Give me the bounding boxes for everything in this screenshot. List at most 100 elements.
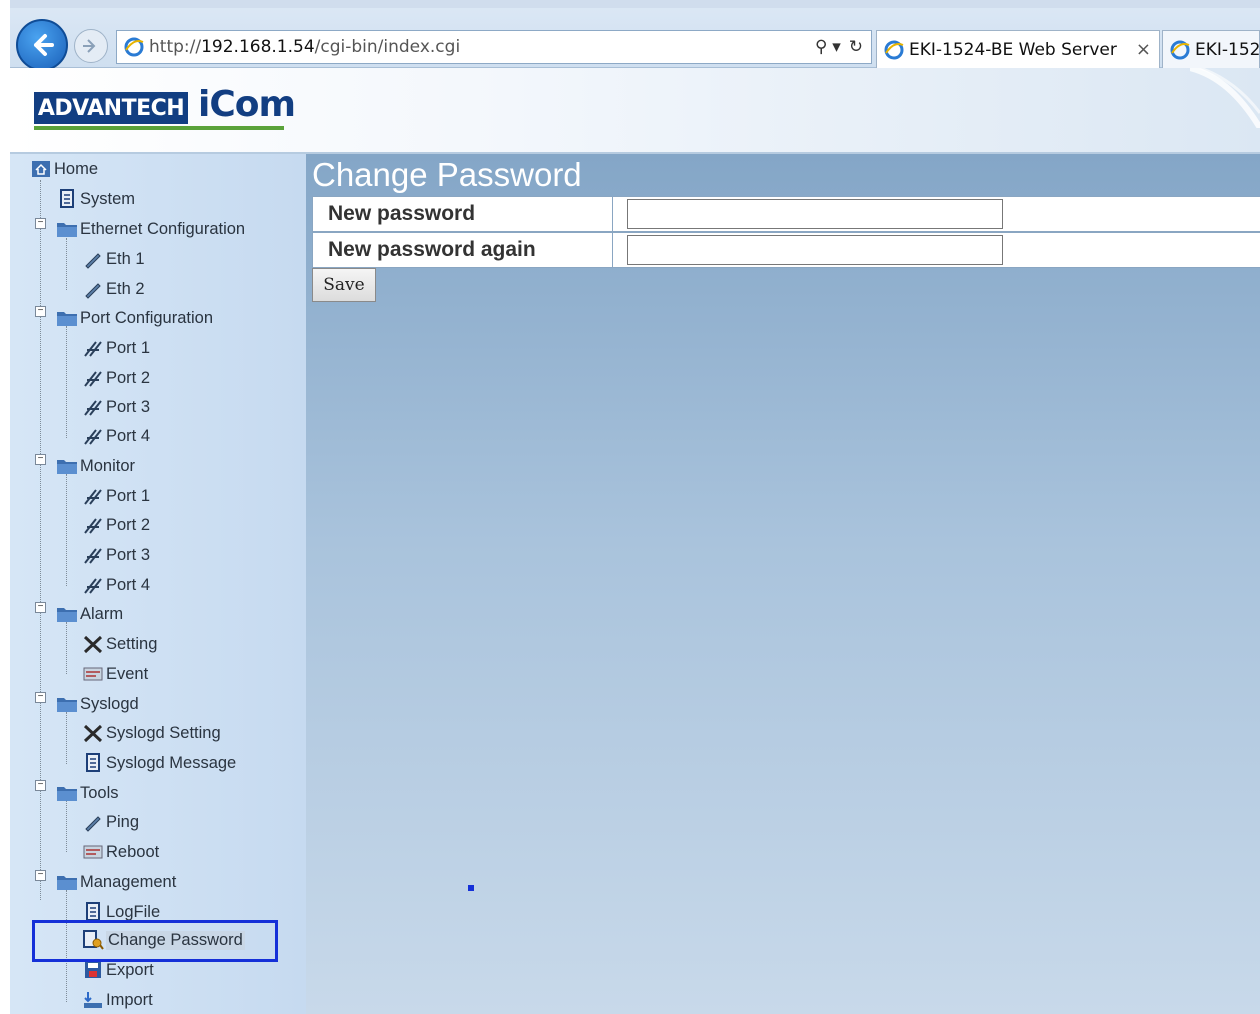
sidebar-item-port-4[interactable]: Port 4 [82, 423, 150, 449]
sidebar-item-label: LogFile [106, 902, 161, 921]
sidebar-item-monitor-port-2[interactable]: Port 2 [82, 512, 150, 538]
cursor-marker [468, 885, 474, 891]
sidebar-item-ping[interactable]: Ping [82, 809, 139, 835]
address-tools: ⚲ ▾ ↻ [815, 37, 863, 57]
tab-label: EKI-1524-BE Web Server [909, 39, 1117, 60]
wrench-icon [82, 722, 104, 744]
header-banner: ADVANTECH iCom [10, 68, 1260, 154]
tools-icon [82, 425, 104, 447]
sidebar-item-system[interactable]: System [56, 186, 135, 212]
tools-icon [82, 544, 104, 566]
pen-icon [82, 248, 104, 270]
sidebar-item-alarm[interactable]: Alarm [56, 601, 123, 627]
url-text: http://192.168.1.54/cgi-bin/index.cgi [149, 37, 460, 57]
tree-line [66, 326, 67, 438]
password-form: New password New password again [312, 196, 1260, 268]
sidebar-item-label: Eth 2 [106, 279, 145, 298]
tab-inactive[interactable]: EKI-152 [1162, 30, 1260, 68]
sidebar-item-home[interactable]: Home [30, 156, 98, 182]
ie-tab-icon [1169, 39, 1191, 61]
collapse-icon[interactable]: − [35, 218, 46, 229]
sidebar-item-eth-1[interactable]: Eth 1 [82, 246, 145, 272]
sidebar-item-label: Syslogd [80, 694, 139, 713]
tree-line [66, 238, 67, 290]
selection-highlight-box [32, 920, 278, 962]
forward-button[interactable] [74, 29, 108, 63]
folder-icon [56, 782, 78, 804]
sidebar-item-label: Ping [106, 812, 140, 831]
collapse-icon[interactable]: − [35, 870, 46, 881]
collapse-icon[interactable]: − [35, 602, 46, 613]
back-arrow-icon [34, 34, 54, 56]
tools-icon [82, 574, 104, 596]
sidebar-item-monitor[interactable]: Monitor [56, 453, 135, 479]
tools-icon [82, 485, 104, 507]
ie-tab-icon [883, 39, 905, 61]
sidebar-item-label: Setting [106, 634, 158, 653]
folder-icon [56, 218, 78, 240]
input-cell [613, 197, 1260, 231]
event-icon [82, 841, 104, 863]
url-prefix: http:// [149, 37, 202, 57]
refresh-icon[interactable]: ↻ [849, 37, 863, 57]
close-tab-icon[interactable]: × [1136, 39, 1151, 60]
tools-icon [82, 367, 104, 389]
sidebar-item-label: Syslogd Message [106, 753, 237, 772]
sidebar-item-label: Ethernet Configuration [80, 219, 246, 238]
sidebar-item-label: Port 1 [106, 338, 151, 357]
sidebar-item-label: Port 2 [106, 368, 151, 387]
new-password-label: New password [313, 197, 613, 231]
sidebar-item-ethernet-configuration[interactable]: Ethernet Configuration [56, 216, 245, 242]
sidebar-item-syslogd[interactable]: Syslogd [56, 691, 139, 717]
form-row-new-password-again: New password again [312, 232, 1260, 268]
new-password-again-input[interactable] [627, 235, 1003, 265]
sidebar-item-label: Home [54, 159, 99, 178]
tools-icon [82, 396, 104, 418]
tree-line [66, 474, 67, 586]
sidebar-item-label: Reboot [106, 842, 160, 861]
sidebar-item-label: Port 3 [106, 545, 151, 564]
tools-icon [82, 337, 104, 359]
sidebar-item-event[interactable]: Event [82, 661, 148, 687]
search-icon[interactable]: ⚲ ▾ [815, 37, 841, 57]
collapse-icon[interactable]: − [35, 692, 46, 703]
url-path: /cgi-bin/index.cgi [314, 37, 461, 57]
sidebar-item-port-configuration[interactable]: Port Configuration [56, 305, 213, 331]
sidebar-item-label: Monitor [80, 456, 136, 475]
sidebar-item-monitor-port-3[interactable]: Port 3 [82, 542, 150, 568]
event-icon [82, 663, 104, 685]
sidebar-item-syslogd-message[interactable]: Syslogd Message [82, 750, 236, 776]
sidebar-item-management[interactable]: Management [56, 869, 176, 895]
collapse-icon[interactable]: − [35, 780, 46, 791]
sidebar-item-port-2[interactable]: Port 2 [82, 365, 150, 391]
browser-toolbar: http://192.168.1.54/cgi-bin/index.cgi ⚲ … [10, 0, 1260, 71]
new-password-input[interactable] [627, 199, 1003, 229]
document-icon [82, 752, 104, 774]
sidebar-tree: − − − − − − − Home System Ethernet Confi… [10, 154, 306, 1014]
sidebar-item-label: Eth 1 [106, 249, 145, 268]
save-button[interactable]: Save [312, 268, 376, 302]
sidebar-item-label: Syslogd Setting [106, 723, 221, 742]
sidebar-item-label: Port 2 [106, 515, 151, 534]
sidebar-item-setting[interactable]: Setting [82, 631, 157, 657]
sidebar-item-eth-2[interactable]: Eth 2 [82, 276, 145, 302]
address-bar[interactable]: http://192.168.1.54/cgi-bin/index.cgi ⚲ … [116, 30, 872, 64]
sidebar-item-monitor-port-1[interactable]: Port 1 [82, 483, 150, 509]
sidebar-item-port-1[interactable]: Port 1 [82, 335, 150, 361]
document-icon [56, 188, 78, 210]
sidebar-item-label: Tools [80, 783, 119, 802]
tab-active[interactable]: EKI-1524-BE Web Server × [876, 30, 1160, 68]
collapse-icon[interactable]: − [35, 306, 46, 317]
url-host: 192.168.1.54 [201, 37, 315, 57]
sidebar-item-port-3[interactable]: Port 3 [82, 394, 150, 420]
sidebar-item-reboot[interactable]: Reboot [82, 839, 159, 865]
sidebar-item-tools[interactable]: Tools [56, 780, 119, 806]
window-edge [0, 0, 10, 1014]
sidebar-item-syslogd-setting[interactable]: Syslogd Setting [82, 720, 221, 746]
sidebar-item-monitor-port-4[interactable]: Port 4 [82, 572, 150, 598]
sidebar-item-import[interactable]: Import [82, 987, 153, 1013]
folder-icon [56, 455, 78, 477]
input-cell [613, 233, 1260, 267]
collapse-icon[interactable]: − [35, 454, 46, 465]
back-button[interactable] [16, 19, 68, 71]
